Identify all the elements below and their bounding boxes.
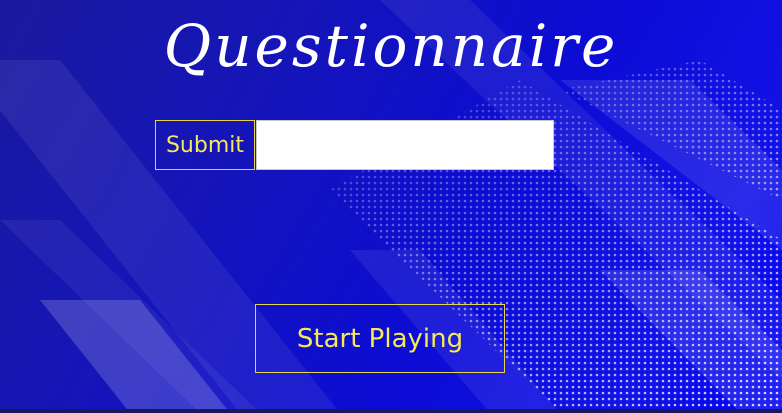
- questionnaire-window: Questionnaire Submit Start Playing: [0, 0, 782, 413]
- start-playing-button[interactable]: Start Playing: [255, 304, 505, 373]
- answer-input[interactable]: [256, 120, 554, 170]
- page-title: Questionnaire: [163, 12, 619, 80]
- submit-button[interactable]: Submit: [155, 120, 255, 170]
